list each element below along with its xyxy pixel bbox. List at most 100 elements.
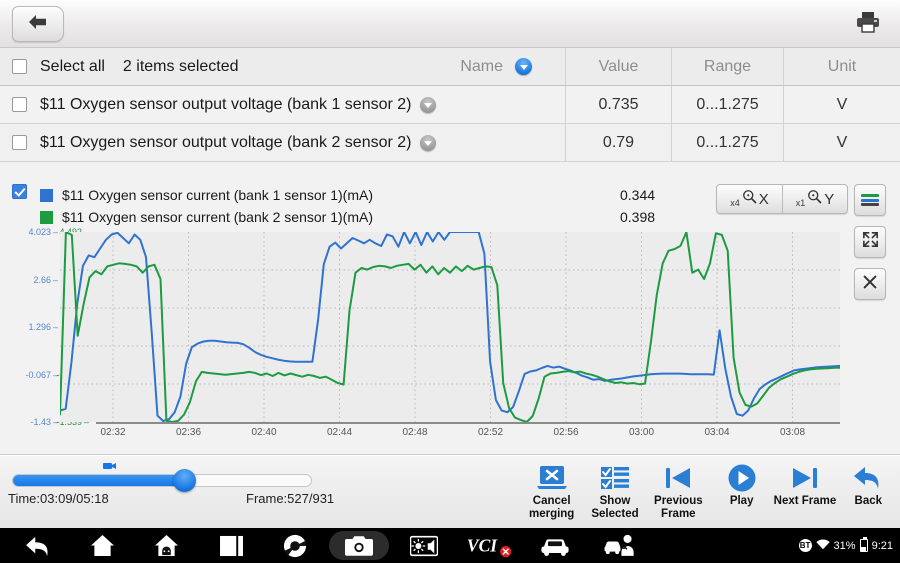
show-selected-label: Show Selected [591,495,639,520]
legend-values: 0.344 0.398 [620,184,655,228]
camera-marker-icon [103,458,117,469]
row-unit: V [783,86,900,123]
close-icon [861,273,879,296]
playback-buttons: Cancel merging Show Selected Previous Fr… [520,456,900,528]
next-frame-button[interactable]: Next Frame [773,456,836,528]
cancel-merging-icon [536,462,568,494]
row-value: 0.79 [565,124,671,161]
x-axis-line [96,422,840,424]
column-header-value: Value [565,48,671,85]
top-toolbar [0,0,900,48]
back-arrow-icon [852,462,884,494]
cancel-merging-button[interactable]: Cancel merging [520,456,583,528]
y-axis-tick: 1.296 [28,322,58,332]
row-range: 0...1.275 [671,86,783,123]
x-axis-tick: 02:48 [402,427,428,438]
previous-frame-label: Previous Frame [654,495,703,520]
zoom-y-multiplier: x1 [795,198,806,208]
fullscreen-button[interactable] [854,226,886,258]
row-checkbox[interactable] [12,97,27,112]
graph-panel: $11 Oxygen sensor current (bank 1 sensor… [0,162,900,455]
slider-fill [13,475,186,486]
battery-icon [859,537,868,552]
y-axis-tick: 2.66 [33,275,58,285]
zoom-x-axis-label: X [758,190,769,208]
cancel-merging-label: Cancel merging [528,495,575,520]
table-row[interactable]: $11 Oxygen sensor output voltage (bank 2… [0,124,900,162]
data-table: Select all 2 items selected Name Value R… [0,48,900,162]
y-axis-tick: 4.023 [28,227,58,237]
technician-icon[interactable] [594,528,646,563]
chart-plot-area[interactable] [59,231,841,423]
legend-item: $11 Oxygen sensor current (bank 2 sensor… [40,206,373,228]
row-value: 0.735 [565,86,671,123]
table-header-row: Select all 2 items selected Name Value R… [0,48,900,86]
x-axis-tick: 02:40 [251,427,277,438]
column-header-name[interactable]: Name [460,58,503,76]
back-button-footer[interactable]: Back [837,456,900,528]
print-button[interactable] [852,9,884,39]
zoom-y-button[interactable]: x1 Y [782,185,847,213]
recent-apps-icon[interactable] [206,528,256,563]
zoom-x-multiplier: x4 [730,198,740,208]
android-home-icon[interactable] [141,528,191,563]
series-current-value: 0.344 [620,187,656,203]
x-axis-tick: 03:04 [704,427,730,438]
sort-descending-icon[interactable] [515,58,532,75]
wifi-icon [815,537,830,555]
list-lines-button[interactable] [854,184,886,216]
android-navigation-bar: VCI BT 31% 9:21 [0,528,900,563]
play-button[interactable]: Play [710,456,773,528]
show-selected-button[interactable]: Show Selected [583,456,646,528]
brightness-volume-icon[interactable] [398,528,450,563]
close-graph-button[interactable] [854,268,886,300]
row-range: 0...1.275 [671,124,783,161]
graph-checkbox[interactable] [12,184,27,199]
chevron-down-icon[interactable] [420,134,437,151]
row-name-label: $11 Oxygen sensor output voltage (bank 2… [40,133,412,151]
column-header-range: Range [671,48,783,85]
home-icon[interactable] [77,528,127,563]
table-row[interactable]: $11 Oxygen sensor output voltage (bank 1… [0,86,900,124]
row-checkbox[interactable] [12,135,27,150]
camera-icon[interactable] [333,528,385,563]
back-label: Back [854,495,883,507]
vehicle-icon[interactable] [530,528,580,563]
clock-label: 9:21 [871,539,893,552]
vci-icon[interactable]: VCI [462,528,518,563]
x-axis-tick: 02:32 [100,427,126,438]
status-area: BT 31% 9:21 [798,528,893,563]
magnifier-icon [742,189,757,209]
zoom-x-button[interactable]: x4 X [717,185,782,213]
row-name-cell: $11 Oxygen sensor output voltage (bank 2… [0,124,565,161]
previous-frame-button[interactable]: Previous Frame [647,456,710,528]
back-arrow-icon [26,10,50,39]
chrome-icon[interactable] [270,528,320,563]
next-frame-label: Next Frame [773,495,837,507]
slider-knob[interactable] [172,469,196,492]
x-axis-tick: 02:44 [326,427,353,438]
magnifier-icon [807,189,822,209]
zoom-y-axis-label: Y [824,190,835,208]
y-axis-tick: -0.067 [25,370,58,380]
back-icon[interactable] [12,528,64,563]
x-axis-tick: 02:36 [175,427,202,438]
fullscreen-icon [861,230,880,254]
graph-legend: $11 Oxygen sensor current (bank 1 sensor… [12,184,373,228]
zoom-button-group: x4 X x1 Y [716,184,848,214]
play-label: Play [729,495,754,507]
row-unit: V [783,124,900,161]
row-name-cell: $11 Oxygen sensor output voltage (bank 1… [0,86,565,123]
selected-count-label: 2 items selected [122,57,239,75]
back-button[interactable] [12,6,64,42]
select-all-checkbox[interactable] [12,59,27,74]
battery-percent-label: 31% [833,539,856,552]
x-axis-tick: 02:56 [553,427,579,438]
playback-slider[interactable] [12,463,312,492]
y-axis-tick: -1.43 [30,417,58,427]
x-axis-tick: 03:08 [779,427,806,438]
chevron-down-icon[interactable] [420,96,437,113]
legend-label: $11 Oxygen sensor current (bank 1 sensor… [62,187,373,203]
series-current-value: 0.398 [620,209,656,225]
show-selected-icon [600,462,630,494]
